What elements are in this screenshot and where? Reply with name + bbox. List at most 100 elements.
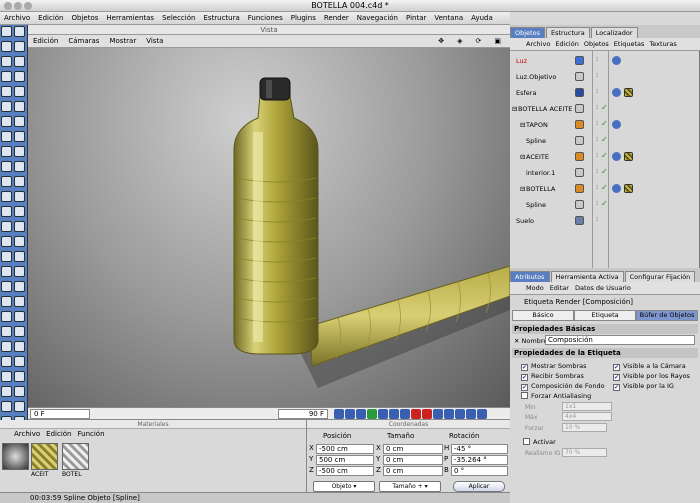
expand-icon[interactable]: ⊟ — [520, 153, 525, 161]
first-frame-icon[interactable] — [334, 409, 344, 419]
tool-icon[interactable] — [14, 311, 25, 322]
min-field[interactable]: 1x1 — [562, 402, 612, 411]
key-param-icon[interactable] — [466, 409, 476, 419]
visibility-dots-icon[interactable]: ⁝ — [596, 216, 598, 223]
main-menu-item[interactable]: Edición — [34, 14, 67, 22]
tool-icon[interactable] — [14, 116, 25, 127]
coord-rotation-field[interactable]: -35.264 ° — [451, 455, 508, 465]
check-left-2[interactable]: ✔ Composición de Fondo — [521, 382, 605, 391]
key-rotation-icon[interactable] — [444, 409, 454, 419]
tool-icon[interactable] — [1, 356, 12, 367]
timeline[interactable]: 0 F 90 F — [28, 407, 510, 420]
material-aceite[interactable] — [31, 443, 58, 470]
texture-tag-icon[interactable] — [624, 88, 633, 97]
main-menu-item[interactable]: Archivo — [0, 14, 34, 22]
viewport-menu-vista[interactable]: Vista — [141, 37, 168, 45]
object-row[interactable]: ACEITE ⊟ ⁝ ✓ — [510, 149, 700, 165]
tool-icon[interactable] — [1, 266, 12, 277]
material-botella[interactable] — [62, 443, 89, 470]
tag-icon[interactable] — [612, 184, 621, 193]
tool-icon[interactable] — [14, 86, 25, 97]
object-row[interactable]: Spline ⁝ ✓ — [510, 133, 700, 149]
coord-size-select[interactable]: Tamaño + ▾ — [379, 481, 441, 492]
autokey-icon[interactable] — [422, 409, 432, 419]
tool-icon[interactable] — [14, 371, 25, 382]
tab-herramienta-activa[interactable]: Herramienta Activa — [550, 271, 624, 282]
tool-icon[interactable] — [1, 251, 12, 262]
tool-icon[interactable] — [14, 41, 25, 52]
realism-field[interactable]: 70 % — [562, 448, 607, 457]
main-menu-item[interactable]: Render — [320, 14, 353, 22]
close-window-button[interactable] — [4, 2, 12, 10]
tab-objetos[interactable]: Objetos — [510, 27, 545, 38]
tool-icon[interactable] — [1, 176, 12, 187]
max-field[interactable]: 4x4 — [562, 412, 612, 421]
tool-icon[interactable] — [14, 251, 25, 262]
prev-frame-icon[interactable] — [356, 409, 366, 419]
frame-end-field[interactable]: 90 F — [278, 409, 328, 419]
3d-viewport[interactable] — [28, 48, 510, 407]
check-left-0[interactable]: ✔ Mostrar Sombras — [521, 362, 587, 371]
enabled-check-icon[interactable]: ✓ — [601, 103, 608, 112]
texture-tag-icon[interactable] — [624, 152, 633, 161]
tool-icon[interactable] — [1, 371, 12, 382]
visibility-dots-icon[interactable]: ⁝ — [596, 184, 598, 191]
key-scale-icon[interactable] — [455, 409, 465, 419]
materials-menu-edicion[interactable]: Edición — [46, 429, 71, 440]
enabled-check-icon[interactable]: ✓ — [601, 151, 608, 160]
enabled-check-icon[interactable]: ✓ — [601, 135, 608, 144]
materials-menu-funcion[interactable]: Función — [78, 429, 105, 440]
move-view-icon[interactable]: ✥ — [433, 37, 449, 45]
tool-icon[interactable] — [14, 206, 25, 217]
tool-icon[interactable] — [14, 101, 25, 112]
viewport-menu-edicion[interactable]: Edición — [28, 37, 63, 45]
object-row[interactable]: Luz ⁝ — [510, 53, 700, 69]
enabled-check-icon[interactable]: ✓ — [601, 167, 608, 176]
tool-icon[interactable] — [14, 146, 25, 157]
main-menu-item[interactable]: Navegación — [353, 14, 402, 22]
next-key-icon[interactable] — [389, 409, 399, 419]
zoom-view-icon[interactable]: ◈ — [452, 37, 467, 45]
visibility-dots-icon[interactable]: ⁝ — [596, 136, 598, 143]
material-preview-sphere[interactable] — [2, 443, 29, 470]
object-name[interactable]: Suelo — [516, 217, 534, 225]
tool-icon[interactable] — [1, 161, 12, 172]
main-menu-item[interactable]: Ventana — [430, 14, 467, 22]
subtab-basico[interactable]: Básico — [512, 310, 574, 321]
tool-icon[interactable] — [14, 176, 25, 187]
objects-menu-objetos[interactable]: Objetos — [584, 40, 609, 48]
visibility-dots-icon[interactable]: ⁝ — [596, 104, 598, 111]
main-menu-item[interactable]: Ayuda — [467, 14, 497, 22]
coord-size-field[interactable]: 0 cm — [383, 466, 443, 476]
object-name[interactable]: Luz.Objetivo — [516, 73, 556, 81]
tool-icon[interactable] — [1, 311, 12, 322]
main-menu-item[interactable]: Plugins — [287, 14, 320, 22]
tool-icon[interactable] — [14, 356, 25, 367]
tool-icon[interactable] — [1, 131, 12, 142]
objects-menu-texturas[interactable]: Texturas — [649, 40, 676, 48]
tab-localizador[interactable]: Localizador — [590, 27, 638, 38]
object-row[interactable]: Spline ⁝ ✓ — [510, 197, 700, 213]
main-menu-item[interactable]: Herramientas — [102, 14, 158, 22]
coord-size-field[interactable]: 0 cm — [383, 455, 443, 465]
viewport-menu-mostrar[interactable]: Mostrar — [104, 37, 141, 45]
object-name[interactable]: Spline — [526, 201, 546, 209]
next-frame-icon[interactable] — [378, 409, 388, 419]
object-row[interactable]: interior.1 ⁝ ✓ — [510, 165, 700, 181]
tool-icon[interactable] — [1, 326, 12, 337]
tag-icon[interactable] — [612, 152, 621, 161]
expand-icon[interactable]: ⊟ — [512, 105, 517, 113]
tool-icon[interactable] — [14, 296, 25, 307]
coord-rotation-field[interactable]: -45 ° — [451, 444, 508, 454]
visibility-dots-icon[interactable]: ⁝ — [596, 200, 598, 207]
tool-icon[interactable] — [14, 281, 25, 292]
tab-configurar-fijacion[interactable]: Configurar Fijación — [624, 271, 696, 282]
tool-icon[interactable] — [1, 41, 12, 52]
minimize-window-button[interactable] — [14, 2, 22, 10]
coord-mode-select[interactable]: Objeto ▾ — [313, 481, 375, 492]
tool-icon[interactable] — [1, 116, 12, 127]
visibility-dots-icon[interactable]: ⁝ — [596, 72, 598, 79]
tag-icon[interactable] — [612, 120, 621, 129]
coord-position-field[interactable]: -500 cm — [316, 466, 374, 476]
visibility-dots-icon[interactable]: ⁝ — [596, 168, 598, 175]
